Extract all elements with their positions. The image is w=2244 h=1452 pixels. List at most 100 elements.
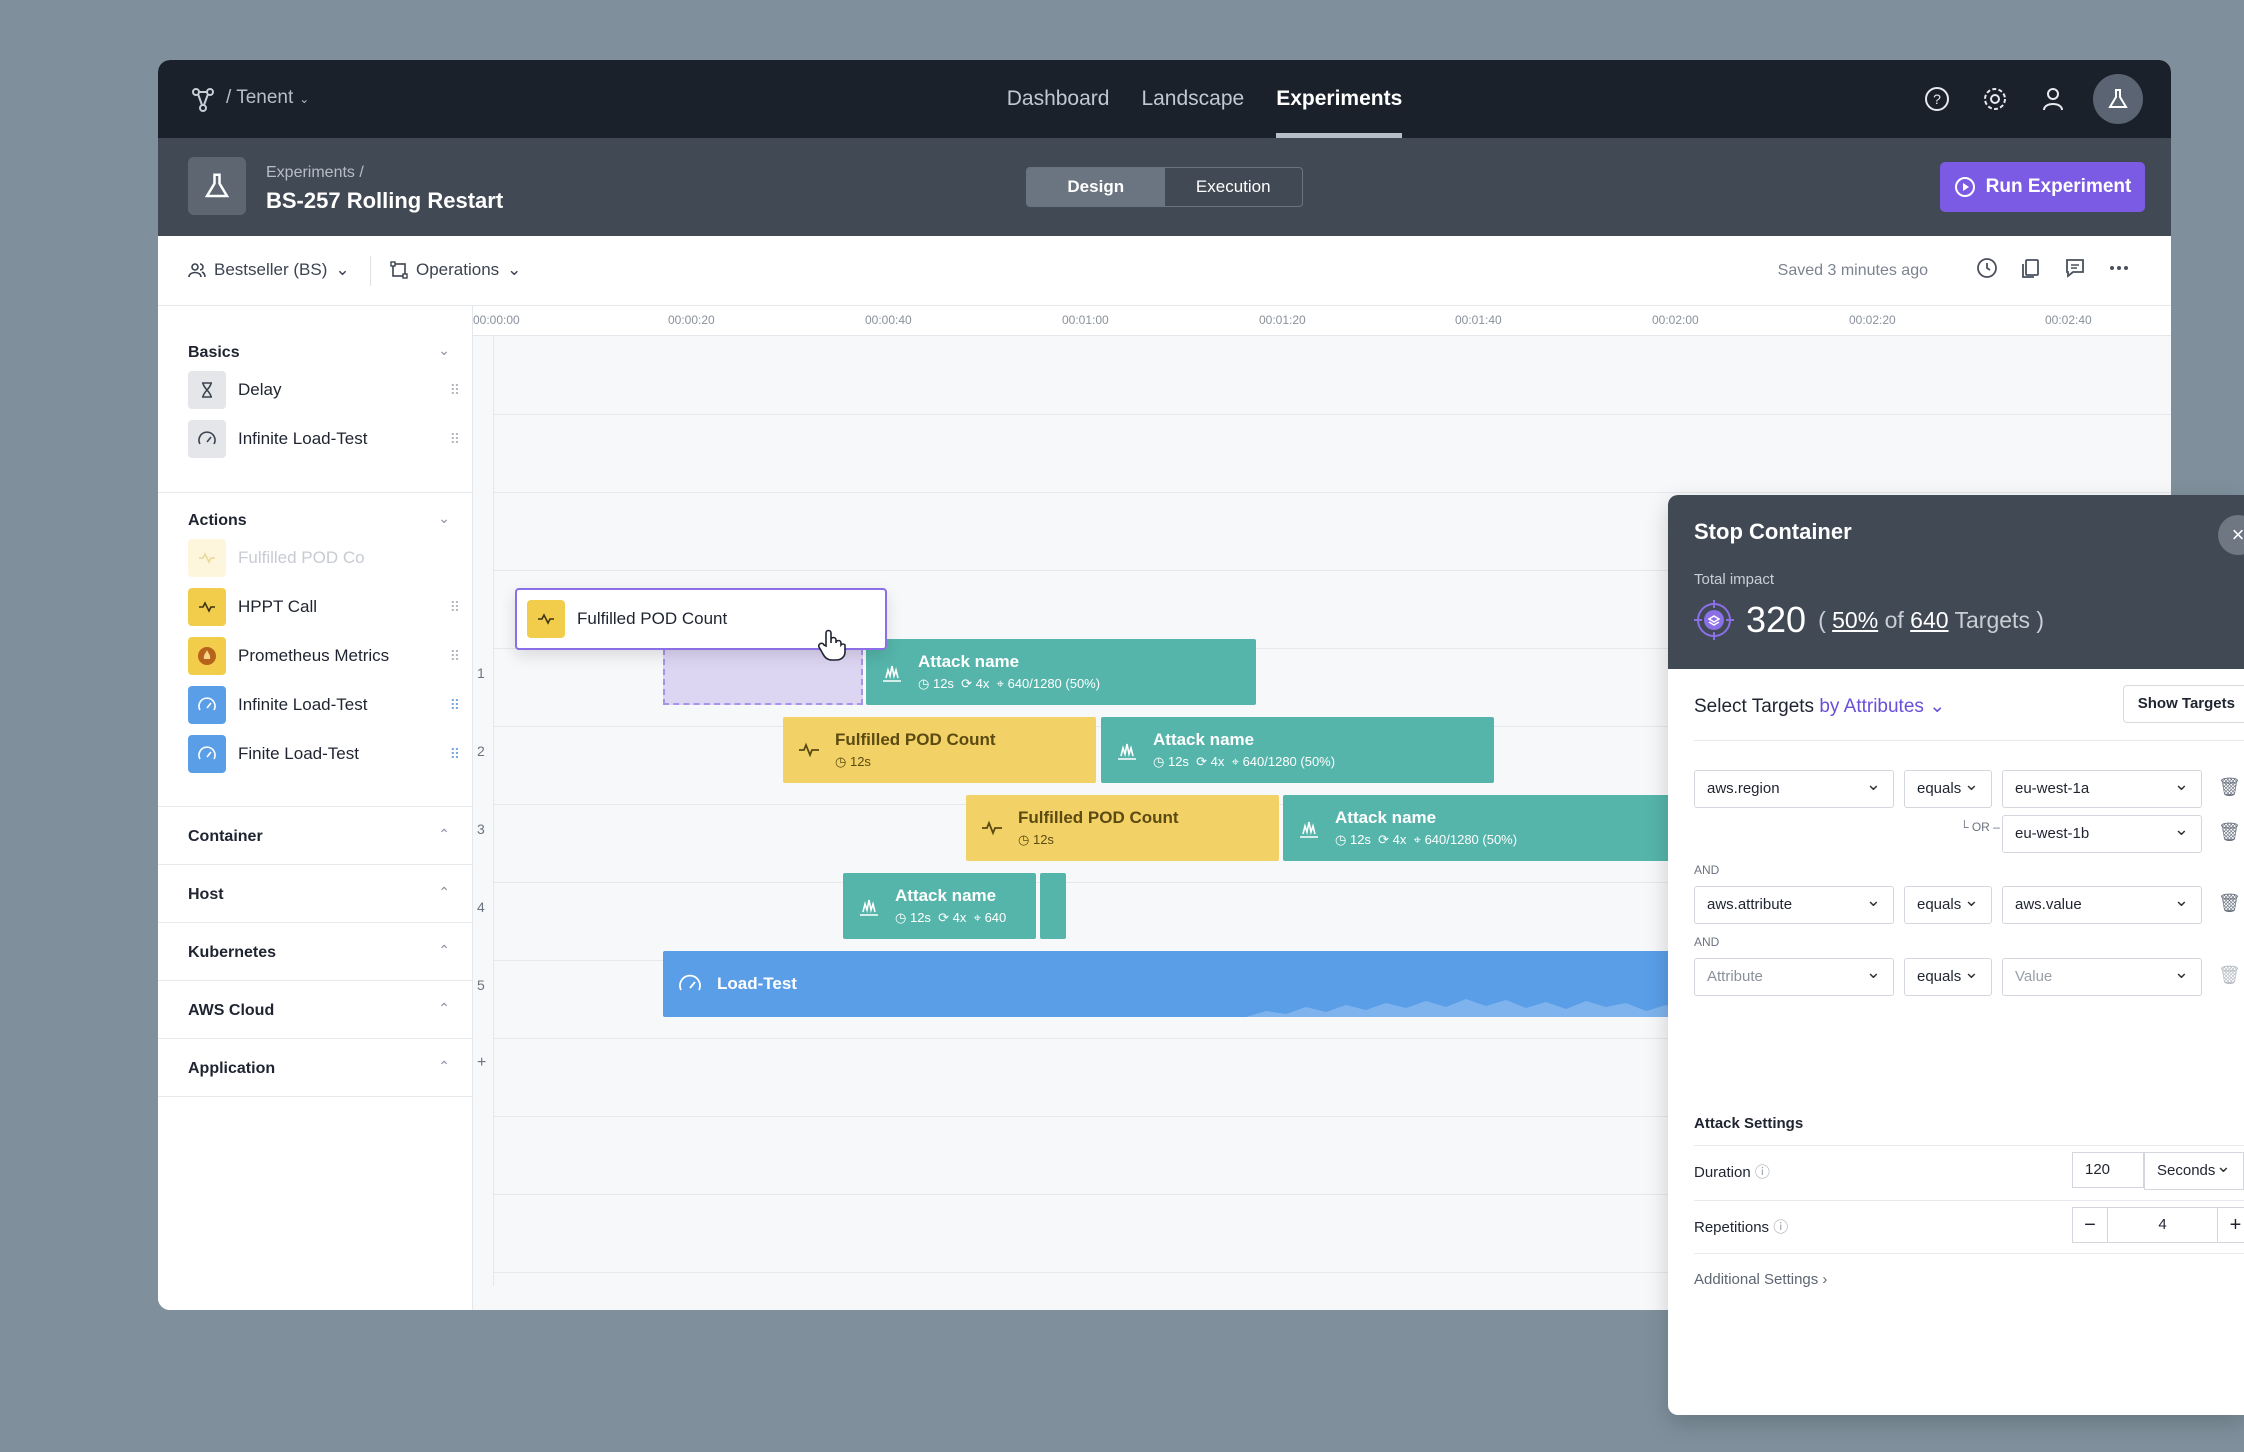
tick-label: 00:00:20	[668, 313, 715, 327]
sidebar-item-fulfilled-pod-count[interactable]: Fulfilled POD Co	[188, 538, 458, 578]
attribute-select[interactable]: aws.attribute	[1694, 882, 1894, 924]
trash-icon[interactable]: 🗑	[2218, 965, 2241, 986]
open-paren: (	[1818, 606, 1826, 633]
show-targets-button[interactable]: Show Targets	[2122, 685, 2244, 723]
drag-handle-icon[interactable]: ⠿	[450, 599, 460, 616]
attack-block[interactable]: Attack name ◷ 12s ⟳ 4x ⌖ 640/1280 (50%)	[1283, 795, 1676, 861]
environment-selector[interactable]: Operations ⌄	[390, 260, 521, 280]
run-experiment-button[interactable]: Run Experiment	[1940, 162, 2145, 212]
repetitions-input[interactable]: 4	[2108, 1207, 2218, 1243]
divider	[493, 414, 2171, 415]
close-icon[interactable]: ×	[2218, 515, 2244, 555]
chevron-up-icon[interactable]: ⌃	[438, 942, 450, 959]
section-basics[interactable]: Basics	[188, 344, 240, 362]
sidebar-item-label: Delay	[238, 380, 282, 399]
info-icon[interactable]: ⓘ	[1773, 1219, 1788, 1236]
sidebar-item-prometheus-metrics[interactable]: Prometheus Metrics ⠿	[188, 636, 460, 676]
chevron-up-icon[interactable]: ⌃	[438, 1058, 450, 1075]
value-select[interactable]: aws.value	[2002, 882, 2202, 924]
section-actions[interactable]: Actions	[188, 512, 247, 530]
load-test-block[interactable]: Load-Test	[663, 951, 1676, 1017]
select-mode-dropdown[interactable]: by Attributes	[1819, 696, 1924, 717]
attribute-select[interactable]: aws.region	[1694, 766, 1894, 808]
section-container[interactable]: Container	[188, 828, 263, 846]
trash-icon[interactable]: 🗑	[2218, 822, 2241, 843]
chevron-up-icon[interactable]: ⌃	[438, 884, 450, 901]
attack-block[interactable]: Attack name ◷ 12s ⟳ 4x ⌖ 640	[843, 873, 1036, 939]
copy-icon[interactable]	[2019, 256, 2043, 280]
tab-landscape[interactable]: Landscape	[1141, 60, 1244, 138]
duration-unit-select[interactable]: Seconds	[2144, 1148, 2244, 1190]
pulse-icon	[188, 539, 226, 577]
operator-select[interactable]: equals	[1904, 882, 1992, 924]
chevron-up-icon[interactable]: ⌃	[438, 826, 450, 843]
operator-select[interactable]: equals	[1904, 766, 1992, 808]
tab-dashboard[interactable]: Dashboard	[1007, 60, 1110, 138]
sidebar-item-finite-load-test[interactable]: Finite Load-Test ⠿	[188, 734, 460, 774]
info-icon[interactable]: ⓘ	[1755, 1164, 1770, 1181]
tick-label: 00:01:40	[1455, 313, 1502, 327]
chevron-up-icon[interactable]: ⌃	[438, 1000, 450, 1017]
sidebar-item-infinite-load-test[interactable]: Infinite Load-Test ⠿	[188, 419, 460, 459]
drag-handle-icon[interactable]: ⠿	[450, 697, 460, 714]
impact-unit: Targets )	[1954, 606, 2044, 633]
attribute-select[interactable]: Attribute	[1694, 954, 1894, 996]
design-tab[interactable]: Design	[1027, 168, 1165, 206]
team-selector[interactable]: Bestseller (BS) ⌄	[188, 260, 350, 280]
drag-handle-icon[interactable]: ⠿	[450, 431, 460, 448]
decrement-button[interactable]: −	[2072, 1207, 2108, 1243]
section-aws-cloud[interactable]: AWS Cloud	[188, 1002, 274, 1020]
gear-icon[interactable]	[1977, 81, 2013, 117]
tick-label: 00:02:40	[2045, 313, 2092, 327]
user-icon[interactable]	[2035, 81, 2071, 117]
additional-settings-link[interactable]: Additional Settings ›	[1694, 1271, 1827, 1288]
tab-experiments[interactable]: Experiments	[1276, 60, 1403, 138]
attack-block[interactable]: Attack name ◷ 12s ⟳ 4x ⌖ 640/1280 (50%)	[1101, 717, 1494, 783]
divider	[158, 864, 473, 865]
trash-icon[interactable]: 🗑	[2218, 893, 2241, 914]
target-icon	[1694, 600, 1734, 640]
chevron-down-icon[interactable]: ⌄	[438, 342, 450, 359]
section-application[interactable]: Application	[188, 1060, 275, 1078]
divider	[493, 336, 494, 1286]
block-meta: ◷ 12s	[1018, 832, 1054, 847]
breadcrumb[interactable]: Experiments /	[266, 164, 364, 182]
value-select[interactable]: eu-west-1b	[2002, 811, 2202, 853]
duration-input[interactable]: 120	[2072, 1152, 2144, 1188]
section-kubernetes[interactable]: Kubernetes	[188, 944, 276, 962]
help-icon[interactable]: ?	[1919, 81, 1955, 117]
dragged-item[interactable]: Fulfilled POD Count	[515, 588, 887, 661]
drag-handle-icon[interactable]: ⠿	[450, 382, 460, 399]
avatar[interactable]	[2093, 74, 2143, 124]
section-host[interactable]: Host	[188, 886, 224, 904]
impact-total[interactable]: 640	[1910, 607, 1948, 633]
value-select[interactable]: Value	[2002, 954, 2202, 996]
history-icon[interactable]	[1975, 256, 1999, 280]
add-lane-button[interactable]: +	[477, 1054, 486, 1072]
dragged-item-label: Fulfilled POD Count	[577, 609, 728, 628]
chevron-down-icon[interactable]: ⌄	[438, 510, 450, 527]
and-label: AND	[1694, 935, 1720, 949]
comment-icon[interactable]	[2063, 256, 2087, 280]
sidebar-item-hppt-call[interactable]: HPPT Call ⠿	[188, 587, 460, 627]
execution-tab[interactable]: Execution	[1165, 168, 1303, 206]
chevron-down-icon[interactable]: ⌄	[1929, 696, 1945, 717]
sidebar-item-delay[interactable]: Delay ⠿	[188, 370, 460, 410]
panel-notch	[1930, 659, 1950, 669]
operator-select[interactable]: equals	[1904, 954, 1992, 996]
attack-block[interactable]: Attack name ◷ 12s ⟳ 4x ⌖ 640/1280 (50%)	[866, 639, 1256, 705]
attack-block-narrow[interactable]	[1040, 873, 1066, 939]
drag-handle-icon[interactable]: ⠿	[450, 746, 460, 763]
duration-text: Duration	[1694, 1164, 1751, 1181]
trash-icon[interactable]: 🗑	[2218, 777, 2241, 798]
explosion-icon	[883, 665, 901, 682]
tick-label: 00:01:00	[1062, 313, 1109, 327]
sidebar-item-infinite-load-test-2[interactable]: Infinite Load-Test ⠿	[188, 685, 460, 725]
check-block[interactable]: Fulfilled POD Count ◷ 12s	[966, 795, 1279, 861]
value-select[interactable]: eu-west-1a	[2002, 766, 2202, 808]
drag-handle-icon[interactable]: ⠿	[450, 648, 460, 665]
impact-pct[interactable]: 50%	[1832, 607, 1878, 633]
increment-button[interactable]: +	[2218, 1207, 2244, 1243]
check-block[interactable]: Fulfilled POD Count ◷ 12s	[783, 717, 1096, 783]
more-icon[interactable]	[2107, 256, 2131, 280]
